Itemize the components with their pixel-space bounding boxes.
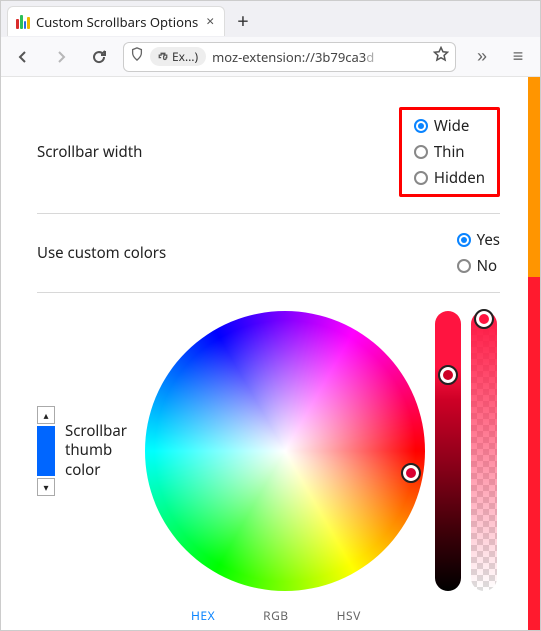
reload-button[interactable] xyxy=(85,43,113,71)
tab-title: Custom Scrollbars Options xyxy=(36,13,198,31)
new-tab-button[interactable]: + xyxy=(231,11,254,31)
bookmark-star-icon[interactable] xyxy=(433,46,449,67)
thumb-color-swatch[interactable] xyxy=(37,426,55,476)
forward-button xyxy=(47,43,75,71)
radio-dot-icon xyxy=(414,145,428,159)
radio-width-hidden[interactable]: Hidden xyxy=(414,168,485,188)
alpha-slider[interactable] xyxy=(471,311,497,591)
use-custom-colors-options: Yes No xyxy=(457,230,500,276)
radio-custom-colors-yes[interactable]: Yes xyxy=(457,230,500,250)
alpha-slider-handle[interactable] xyxy=(476,311,492,327)
scrollbar-width-label: Scrollbar width xyxy=(37,142,142,162)
radio-dot-icon xyxy=(457,259,471,273)
swatch-down-button[interactable]: ▾ xyxy=(37,478,55,496)
radio-dot-icon xyxy=(457,233,471,247)
url-bar[interactable]: Ex…) moz-extension://3b79ca3d xyxy=(123,42,456,72)
color-wheel-handle[interactable] xyxy=(403,465,419,481)
close-tab-icon[interactable]: × xyxy=(204,15,216,29)
url-text: moz-extension://3b79ca3d xyxy=(212,48,427,66)
toolbar-overflow-button[interactable]: » xyxy=(466,43,494,71)
swatch-up-button[interactable]: ▴ xyxy=(37,406,55,424)
value-slider-handle[interactable] xyxy=(440,367,456,383)
color-mode-tab-hsv[interactable]: HSV xyxy=(313,601,385,630)
extension-favicon xyxy=(16,15,30,29)
radio-dot-icon xyxy=(414,119,428,133)
color-mode-tab-rgb[interactable]: RGB xyxy=(239,601,313,630)
app-menu-button[interactable]: ≡ xyxy=(504,43,532,71)
radio-width-thin[interactable]: Thin xyxy=(414,142,485,162)
browser-tab-active[interactable]: Custom Scrollbars Options × xyxy=(7,6,225,36)
shield-icon xyxy=(130,47,144,66)
scrollbar-width-options-highlighted: Wide Thin Hidden xyxy=(399,107,500,197)
back-button[interactable] xyxy=(9,43,37,71)
color-mode-tab-hex[interactable]: HEX xyxy=(167,601,239,630)
use-custom-colors-label: Use custom colors xyxy=(37,243,166,263)
extension-badge-label: Ex…) xyxy=(172,48,198,65)
thumb-color-label: Scrollbar thumb color xyxy=(65,422,135,481)
value-slider[interactable] xyxy=(435,311,461,591)
extension-badge[interactable]: Ex…) xyxy=(150,47,206,66)
radio-dot-icon xyxy=(414,171,428,185)
color-wheel[interactable] xyxy=(145,311,425,591)
radio-width-wide[interactable]: Wide xyxy=(414,116,485,136)
radio-custom-colors-no[interactable]: No xyxy=(457,256,500,276)
